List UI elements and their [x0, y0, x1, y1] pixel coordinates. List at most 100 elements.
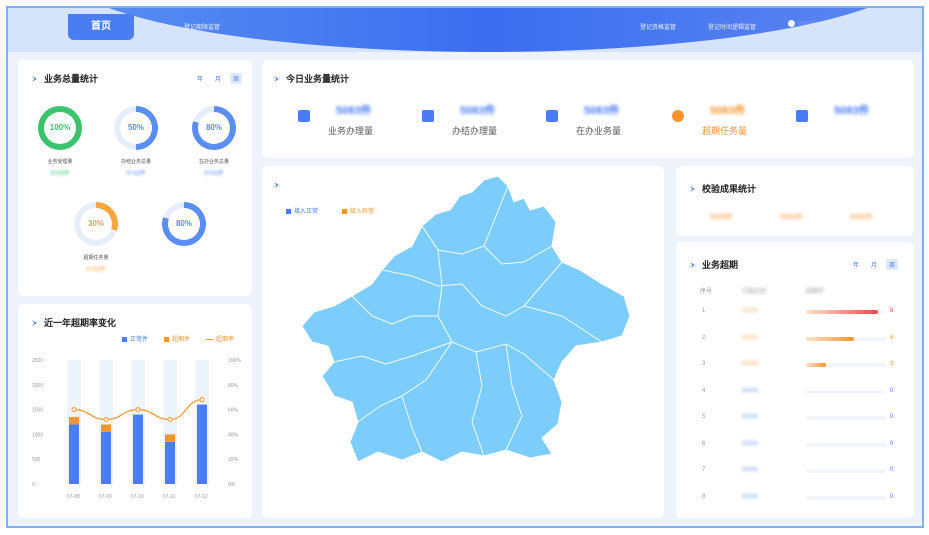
row-number: 3	[702, 361, 706, 367]
arrow-icon	[690, 262, 695, 268]
check-value-1: 5083件	[710, 214, 733, 221]
progress-ring: 100%	[38, 106, 82, 150]
ring-value: 5743件	[204, 171, 224, 177]
map-panel: 接入正常 接入异常	[262, 166, 664, 518]
y-tick-left: 2000	[32, 383, 43, 389]
y-tick-left: 500	[32, 457, 41, 463]
stat-label: 业务办理量	[328, 126, 374, 136]
y-tick-right: 100%	[228, 358, 241, 364]
panel-title: 业务总量统计	[32, 72, 98, 85]
row-number: 1	[702, 308, 706, 314]
rate-point	[71, 407, 77, 413]
bar-normal	[165, 441, 175, 484]
user-name: ——————	[798, 21, 834, 28]
row-count: 8	[890, 308, 894, 314]
row-count: 0	[890, 414, 894, 420]
clock-icon	[672, 110, 684, 122]
tab-week[interactable]: 周	[886, 259, 899, 270]
rate-point	[103, 417, 109, 423]
stat-label: 办结办理量	[452, 126, 498, 136]
ring-percent: 30%	[80, 208, 112, 240]
overdue-bar-track	[806, 442, 886, 447]
stat-value: 5083件	[584, 105, 620, 117]
tab-month[interactable]: 月	[868, 259, 880, 270]
row-count: 6	[890, 334, 894, 341]
stat-label: 超期任务量	[702, 126, 748, 136]
row-region: XXXX	[742, 308, 759, 314]
row-number: 7	[702, 467, 706, 473]
row-number: 4	[702, 387, 706, 394]
bar-normal	[69, 424, 79, 484]
tab-week[interactable]: 周	[230, 73, 243, 84]
overdue-bar	[806, 310, 878, 314]
x-tick-label: 07-10	[131, 494, 144, 500]
region-map[interactable]	[262, 166, 664, 518]
business-total-panel: 业务总量统计 年月周 100% 业务受理量 5743件 50% 办结业务总量 5743件 8…	[18, 60, 252, 296]
y-tick-right: 40%	[228, 432, 239, 438]
app-frame: 首页 登记期限监管 登记资格监管 登记时间逻辑监管 —————— 业务总量统计 …	[6, 6, 924, 528]
progress-ring: 80%	[192, 106, 236, 150]
ring-percent: 80%	[198, 112, 230, 144]
trend-chart: 2500 100% 2000 80% 1500 60% 1000 40% 500 20% 0 0% 07…	[32, 358, 241, 500]
overdue-bar-track	[806, 389, 886, 394]
nav-item-period[interactable]: 登记期限监管	[184, 22, 220, 31]
row-number: 6	[702, 440, 706, 447]
book-icon	[546, 110, 558, 122]
period-tabs: 年月周	[188, 73, 243, 84]
rate-point	[135, 407, 141, 413]
progress-ring: 50%	[114, 106, 158, 150]
x-tick-label: 07-08	[67, 494, 80, 500]
overdue-bar-track	[806, 336, 886, 341]
row-region: XXXX	[742, 467, 759, 473]
bar-normal	[133, 414, 143, 484]
y-tick-right: 20%	[228, 457, 239, 463]
row-count: 0	[890, 467, 894, 473]
row-number: 2	[702, 334, 706, 341]
user-menu[interactable]: ——————	[788, 20, 834, 27]
ring-label: 业务受理量	[47, 159, 73, 165]
tab-year[interactable]: 年	[194, 73, 206, 84]
row-number: 8	[702, 493, 706, 500]
ring-value: 5743件	[86, 267, 106, 273]
nav-item-qualification[interactable]: 登记资格监管	[640, 22, 676, 31]
row-count: 0	[890, 493, 894, 500]
map-region[interactable]	[301, 175, 631, 463]
overdue-bar-track	[806, 363, 886, 367]
panel-title: 业务超期	[690, 258, 738, 271]
x-tick-label: 07-12	[195, 494, 208, 500]
arrow-icon	[32, 76, 37, 82]
overdue-bar-track	[806, 310, 886, 314]
panel-title: 今日业务量统计	[274, 72, 349, 85]
overdue-bar-track	[806, 469, 886, 473]
avatar	[788, 20, 795, 27]
overdue-panel: 业务超期 年月周 序号 行政区划 超期件 1 XXXX 8 2 XXXX 6 3 XXXX 3 4…	[676, 242, 914, 518]
period-tabs: 年月周	[844, 259, 899, 270]
tab-month[interactable]: 月	[212, 73, 224, 84]
row-region: XXXX	[742, 493, 759, 500]
y-tick-left: 1000	[32, 432, 43, 438]
ring-percent: 80%	[168, 208, 200, 240]
ring-label: 办结业务总量	[120, 159, 151, 165]
nav-item-time-logic[interactable]: 登记时间逻辑监管	[708, 22, 756, 31]
id-card-icon	[796, 110, 808, 122]
row-region: XXXX	[742, 440, 759, 447]
stat-value: 5083件	[460, 105, 496, 117]
col-header-count: 超期件	[806, 289, 825, 295]
arrow-icon	[274, 76, 279, 82]
check-value-2: 5083件	[780, 214, 803, 221]
stat-label: 在办业务量	[576, 126, 622, 136]
trend-panel: 近一年超期率变化 正常件 超期件 超期率 2500 100% 2000 80% 1500…	[18, 304, 252, 518]
check-value-3: 5083件	[850, 214, 873, 221]
row-count: 3	[890, 361, 894, 367]
tab-year[interactable]: 年	[850, 259, 862, 270]
bar-overdue	[165, 434, 175, 442]
nav-home-tab[interactable]: 首页	[68, 14, 134, 40]
progress-ring: 30%	[74, 202, 118, 246]
document-icon	[422, 110, 434, 122]
bar-overdue	[101, 424, 111, 432]
ring-percent: 50%	[120, 112, 152, 144]
ring-label: 在办业务总量	[198, 159, 229, 165]
row-region: XXXX	[742, 334, 759, 341]
overdue-bar-track	[806, 495, 886, 500]
overdue-bar	[806, 363, 826, 367]
